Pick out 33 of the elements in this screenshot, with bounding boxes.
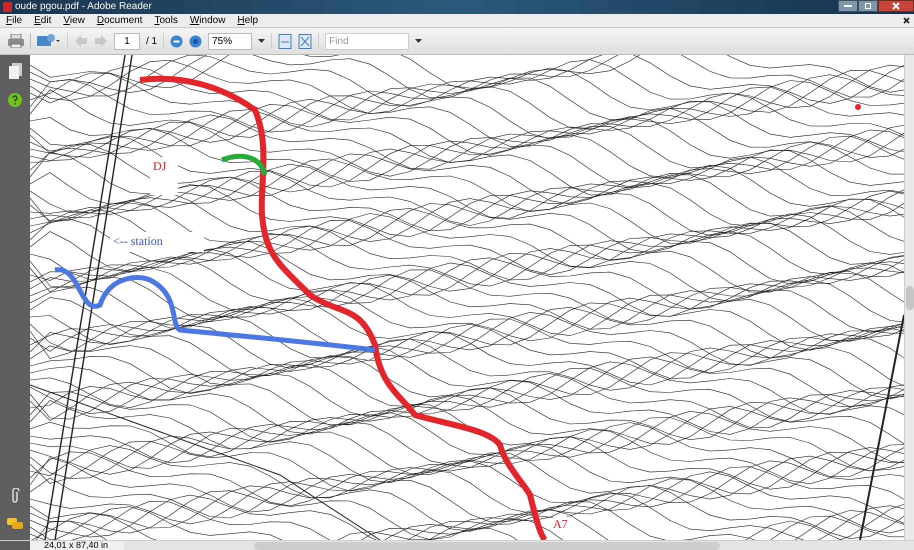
zoom-field[interactable]: 75% (208, 32, 252, 50)
page-size-status: 24,01 x 87,40 in (44, 541, 110, 550)
menu-item[interactable]: Document (90, 13, 148, 28)
caret-icon[interactable] (258, 39, 266, 43)
window-title: oude pgou.pdf - Adobe Reader (15, 2, 152, 12)
print-icon[interactable] (8, 34, 24, 48)
horizontal-scrollbar[interactable] (124, 540, 914, 550)
caret-icon[interactable] (415, 39, 422, 43)
fit-page-icon[interactable] (298, 34, 312, 48)
menu-item[interactable]: Help (231, 13, 264, 28)
menu-item[interactable]: File (0, 13, 28, 28)
menu-item[interactable]: Edit (28, 13, 58, 28)
close-button[interactable] (878, 0, 914, 12)
zoom-in-icon[interactable] (189, 34, 202, 48)
minimize-button[interactable] (838, 0, 858, 12)
page-total: / 1 (146, 34, 158, 48)
close-icon (892, 2, 900, 10)
fit-width-icon[interactable] (278, 34, 292, 48)
vertical-scrollbar[interactable] (904, 55, 914, 540)
menu-item[interactable]: Window (184, 13, 232, 28)
close-document-icon[interactable] (903, 17, 910, 24)
find-field[interactable]: Find (325, 32, 410, 50)
help-icon[interactable] (8, 93, 22, 107)
page-number-field[interactable]: 1 (114, 32, 140, 50)
pdf-file-icon (3, 2, 12, 12)
map-label: <-- station (110, 232, 204, 252)
zoom-out-icon[interactable] (170, 34, 184, 48)
menu-item[interactable]: Tools (148, 13, 184, 28)
menu-item[interactable]: View (57, 13, 91, 28)
maximize-button[interactable] (858, 0, 878, 12)
comments-icon[interactable] (7, 518, 23, 530)
map-label: DJ (150, 157, 178, 195)
pages-icon[interactable] (8, 63, 22, 79)
